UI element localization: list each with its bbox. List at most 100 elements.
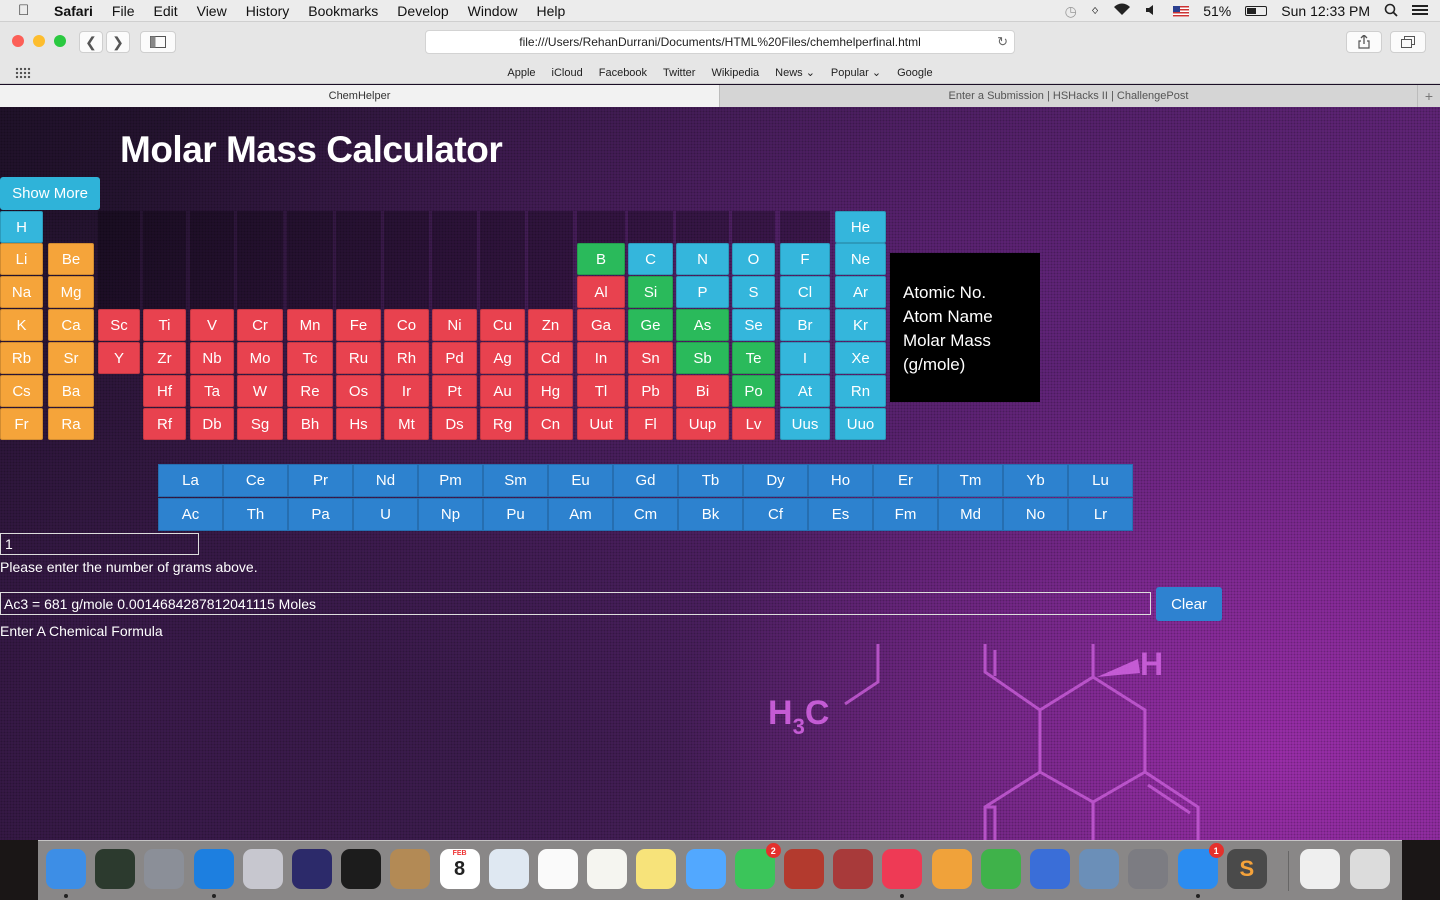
favorite-facebook[interactable]: Facebook — [599, 67, 647, 79]
input-source-flag-icon[interactable] — [1173, 5, 1190, 17]
element-ge[interactable]: Ge — [628, 309, 673, 341]
element-v[interactable]: V — [190, 309, 234, 341]
element-uut[interactable]: Uut — [577, 408, 625, 440]
notes-icon[interactable] — [636, 849, 677, 889]
element-am[interactable]: Am — [548, 498, 613, 531]
element-yb[interactable]: Yb — [1003, 464, 1068, 497]
element-bh[interactable]: Bh — [287, 408, 333, 440]
zoom-window-button[interactable] — [54, 35, 66, 47]
formula-input[interactable]: Ac3 = 681 g/mole 0.0014684287812041115 M… — [0, 592, 1151, 615]
element-cf[interactable]: Cf — [743, 498, 808, 531]
element-se[interactable]: Se — [732, 309, 775, 341]
clear-button[interactable]: Clear — [1156, 587, 1222, 621]
element-lu[interactable]: Lu — [1068, 464, 1133, 497]
reload-icon[interactable]: ↻ — [997, 34, 1008, 50]
forward-button[interactable]: ❯ — [106, 31, 130, 53]
new-tab-button[interactable]: + — [1418, 85, 1440, 107]
element-rb[interactable]: Rb — [0, 342, 43, 374]
element-zn[interactable]: Zn — [528, 309, 573, 341]
element-la[interactable]: La — [158, 464, 223, 497]
photo-booth-icon[interactable] — [784, 849, 824, 889]
menu-bookmarks[interactable]: Bookmarks — [308, 3, 378, 19]
menu-file[interactable]: File — [112, 3, 135, 19]
close-window-button[interactable] — [12, 35, 24, 47]
element-cr[interactable]: Cr — [237, 309, 283, 341]
favorite-news-menu[interactable]: News ⌄ — [775, 66, 815, 79]
element-uus[interactable]: Uus — [780, 408, 830, 440]
minimize-window-button[interactable] — [33, 35, 45, 47]
time-machine-icon[interactable]: ◷ — [1065, 3, 1077, 20]
element-cm[interactable]: Cm — [613, 498, 678, 531]
element-co[interactable]: Co — [384, 309, 429, 341]
element-dy[interactable]: Dy — [743, 464, 808, 497]
facetime-icon[interactable]: 2 — [734, 843, 781, 889]
element-pa[interactable]: Pa — [288, 498, 353, 531]
element-as[interactable]: As — [676, 309, 729, 341]
element-tl[interactable]: Tl — [577, 375, 625, 407]
address-bar[interactable]: file:///Users/RehanDurrani/Documents/HTM… — [425, 30, 1015, 54]
element-ho[interactable]: Ho — [808, 464, 873, 497]
spotlight-search-icon[interactable] — [1384, 3, 1398, 20]
element-mn[interactable]: Mn — [287, 309, 333, 341]
element-tc[interactable]: Tc — [287, 342, 333, 374]
element-ds[interactable]: Ds — [432, 408, 477, 440]
element-po[interactable]: Po — [732, 375, 775, 407]
element-na[interactable]: Na — [0, 276, 43, 308]
element-th[interactable]: Th — [223, 498, 288, 531]
element-es[interactable]: Es — [808, 498, 873, 531]
photos-icon[interactable] — [833, 849, 874, 889]
element-ac[interactable]: Ac — [158, 498, 223, 531]
element-ga[interactable]: Ga — [577, 309, 625, 341]
element-mg[interactable]: Mg — [48, 276, 94, 308]
element-hs[interactable]: Hs — [336, 408, 381, 440]
textedit-icon[interactable] — [587, 849, 628, 889]
element-rh[interactable]: Rh — [384, 342, 429, 374]
safari-icon[interactable] — [193, 849, 234, 898]
wifi-icon[interactable] — [1113, 3, 1131, 19]
preview-icon[interactable] — [242, 849, 283, 889]
element-li[interactable]: Li — [0, 243, 43, 275]
element-ca[interactable]: Ca — [48, 309, 94, 341]
element-no[interactable]: No — [1003, 498, 1068, 531]
element-db[interactable]: Db — [190, 408, 234, 440]
tab-chemhelper[interactable]: ChemHelper — [0, 85, 720, 107]
element-au[interactable]: Au — [480, 375, 525, 407]
element-h[interactable]: H — [0, 211, 43, 243]
element-in[interactable]: In — [577, 342, 625, 374]
messages-icon[interactable] — [685, 849, 726, 889]
mail-icon[interactable] — [488, 849, 529, 889]
element-zr[interactable]: Zr — [143, 342, 186, 374]
element-er[interactable]: Er — [873, 464, 938, 497]
element-ra[interactable]: Ra — [48, 408, 94, 440]
element-gd[interactable]: Gd — [613, 464, 678, 497]
element-ru[interactable]: Ru — [336, 342, 381, 374]
element-br[interactable]: Br — [780, 309, 830, 341]
favorite-google[interactable]: Google — [897, 67, 932, 79]
favorite-apple[interactable]: Apple — [507, 67, 535, 79]
element-rf[interactable]: Rf — [143, 408, 186, 440]
menu-help[interactable]: Help — [536, 3, 565, 19]
menu-window[interactable]: Window — [468, 3, 518, 19]
activity-monitor-icon[interactable] — [95, 849, 136, 889]
element-rg[interactable]: Rg — [480, 408, 525, 440]
tab-overview-button[interactable] — [1390, 31, 1426, 53]
element-uuo[interactable]: Uuo — [835, 408, 886, 440]
element-te[interactable]: Te — [732, 342, 775, 374]
element-hg[interactable]: Hg — [528, 375, 573, 407]
element-ce[interactable]: Ce — [223, 464, 288, 497]
element-cs[interactable]: Cs — [0, 375, 43, 407]
terminal-icon[interactable] — [341, 849, 382, 889]
element-np[interactable]: Np — [418, 498, 483, 531]
element-n[interactable]: N — [676, 243, 729, 275]
element-pu[interactable]: Pu — [483, 498, 548, 531]
element-pm[interactable]: Pm — [418, 464, 483, 497]
itunes-icon[interactable] — [882, 849, 923, 898]
element-sc[interactable]: Sc — [98, 309, 140, 341]
element-f[interactable]: F — [780, 243, 830, 275]
element-b[interactable]: B — [577, 243, 625, 275]
element-bk[interactable]: Bk — [678, 498, 743, 531]
element-pr[interactable]: Pr — [288, 464, 353, 497]
keynote-icon[interactable] — [1030, 849, 1070, 889]
finder-icon[interactable] — [46, 849, 86, 898]
element-fe[interactable]: Fe — [336, 309, 381, 341]
